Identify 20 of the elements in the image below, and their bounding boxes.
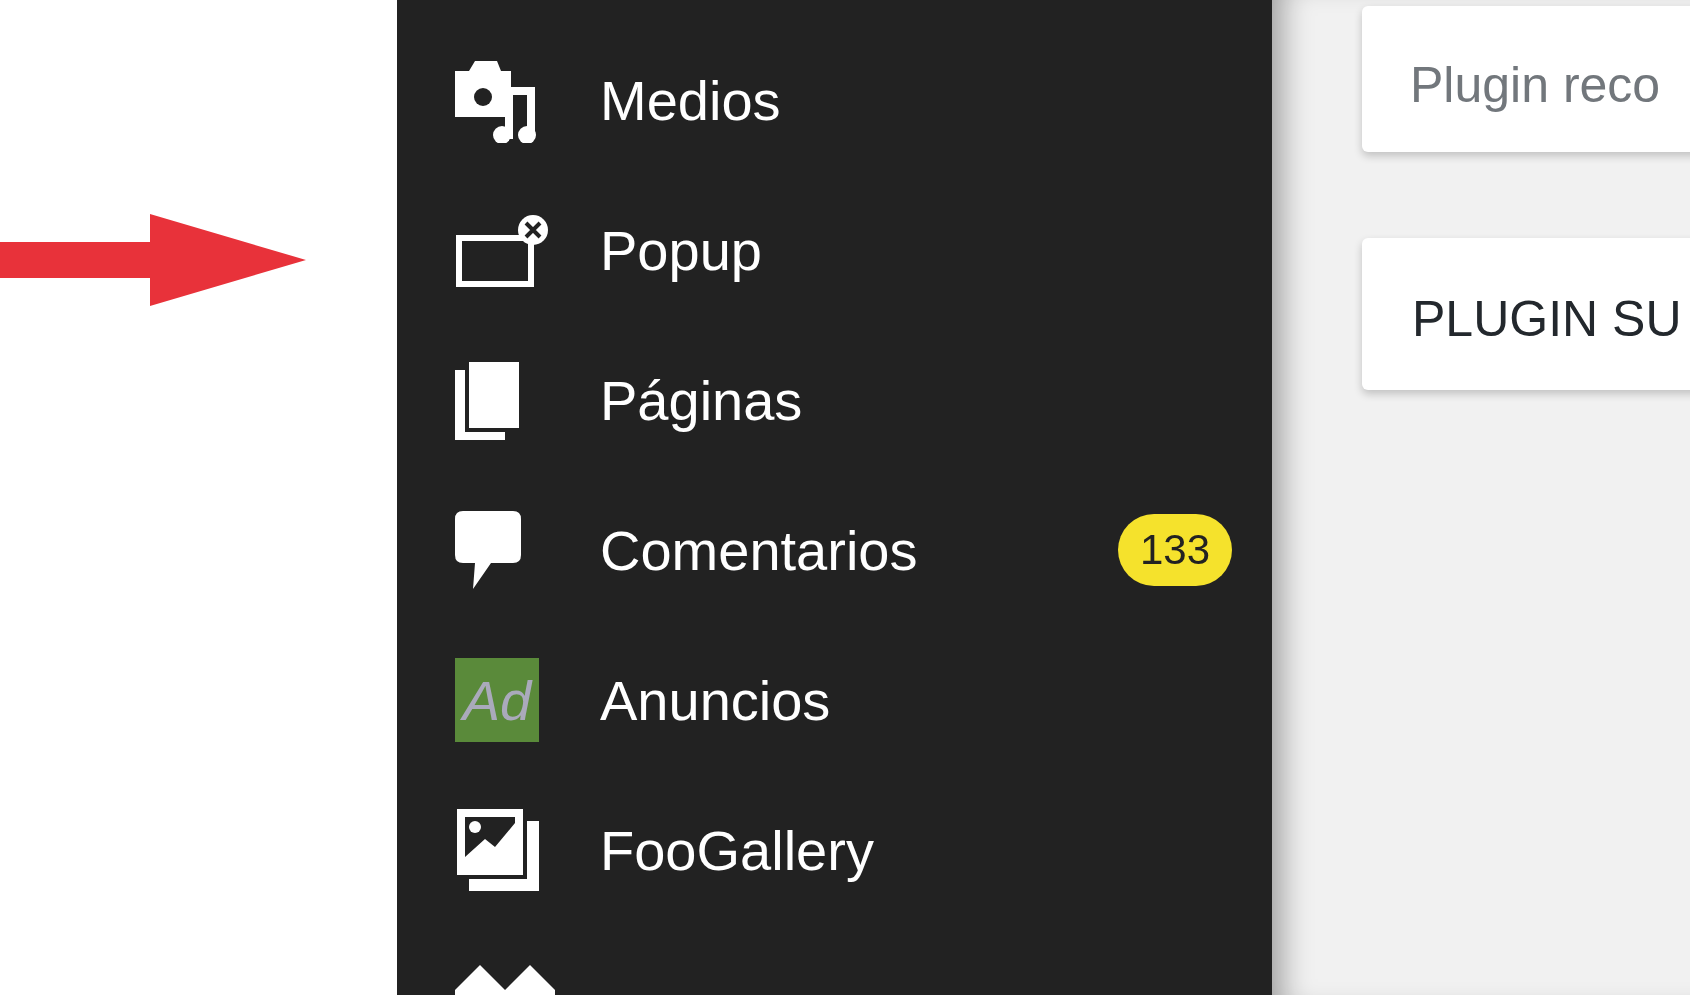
card-text: PLUGIN SU <box>1412 291 1682 347</box>
menu-label: Páginas <box>600 367 803 433</box>
ad-logo-icon: Ad <box>455 658 539 742</box>
pages-icon <box>455 360 521 440</box>
sidebar-item[interactable]: Ad Anuncios <box>397 625 1272 775</box>
sidebar-item[interactable]: Páginas <box>397 325 1272 475</box>
sidebar-item[interactable]: Medios <box>397 25 1272 175</box>
menu-label: Comentarios <box>600 517 918 583</box>
sidebar-item[interactable]: FooGallery <box>397 775 1272 925</box>
popup-window-icon <box>455 212 551 288</box>
menu-label: Anuncios <box>600 667 831 733</box>
menu-label: Medios <box>600 67 781 133</box>
gallery-icon <box>455 807 541 893</box>
card-text: Plugin reco <box>1410 57 1661 113</box>
menu-label: FooGallery <box>600 817 874 883</box>
menu-label: Popup <box>600 217 762 283</box>
count-badge: 133 <box>1117 514 1232 586</box>
sidebar-item[interactable]: Popup <box>397 175 1272 325</box>
sidebar-item[interactable]: Comentarios 133 <box>397 475 1272 625</box>
speech-bubble-icon <box>455 511 521 589</box>
